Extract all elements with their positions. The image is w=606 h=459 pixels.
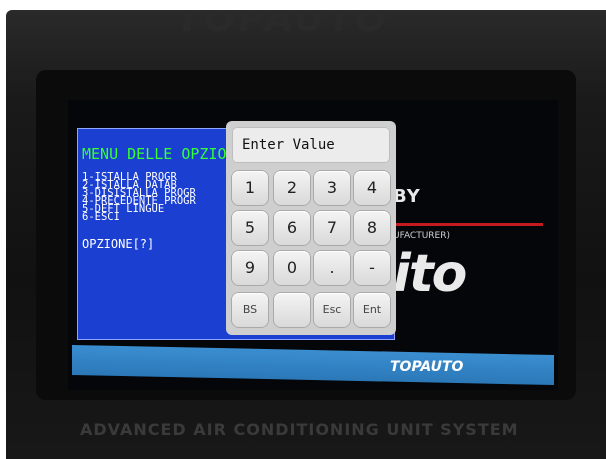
key-0[interactable]: 0 xyxy=(274,251,310,285)
key-1[interactable]: 1 xyxy=(232,171,268,205)
brand-by-text: BY xyxy=(393,186,421,207)
menu-title: MENU DELLE OPZIONI xyxy=(82,145,245,163)
key-3[interactable]: 3 xyxy=(314,171,350,205)
key-5[interactable]: 5 xyxy=(232,211,268,245)
brand-red-line xyxy=(393,223,543,226)
blank-key[interactable] xyxy=(274,293,310,327)
key-6[interactable]: 6 xyxy=(274,211,310,245)
keypad-display-text: Enter Value xyxy=(242,137,335,153)
device-bottom-text: ADVANCED AIR CONDITIONING UNIT SYSTEM xyxy=(80,420,519,439)
key-7[interactable]: 7 xyxy=(314,211,350,245)
keypad-value-display[interactable]: Enter Value xyxy=(232,127,390,163)
key-4[interactable]: 4 xyxy=(354,171,390,205)
brand-manufacturer-text: UFACTURER) xyxy=(393,231,451,241)
key-minus[interactable]: - xyxy=(354,251,390,285)
device-top-logo: TOPAUTO xyxy=(176,10,390,40)
key-2[interactable]: 2 xyxy=(274,171,310,205)
stripe-logo: TOPAUTO xyxy=(390,359,464,375)
key-8[interactable]: 8 xyxy=(354,211,390,245)
key-decimal[interactable]: . xyxy=(314,251,350,285)
escape-button[interactable]: Esc xyxy=(314,293,350,327)
backspace-button[interactable]: BS xyxy=(232,293,268,327)
enter-button[interactable]: Ent xyxy=(354,293,390,327)
brand-logo: ito xyxy=(393,244,467,304)
key-9[interactable]: 9 xyxy=(232,251,268,285)
numeric-keypad: Enter Value 1 2 3 4 5 6 7 8 9 0 . - BS E… xyxy=(226,121,396,335)
menu-list: 1-ISTALLA PROGR 2-ISTALLA DATAB 3-DISIST… xyxy=(82,172,196,223)
option-prompt: OPZIONE[?] xyxy=(82,237,155,251)
